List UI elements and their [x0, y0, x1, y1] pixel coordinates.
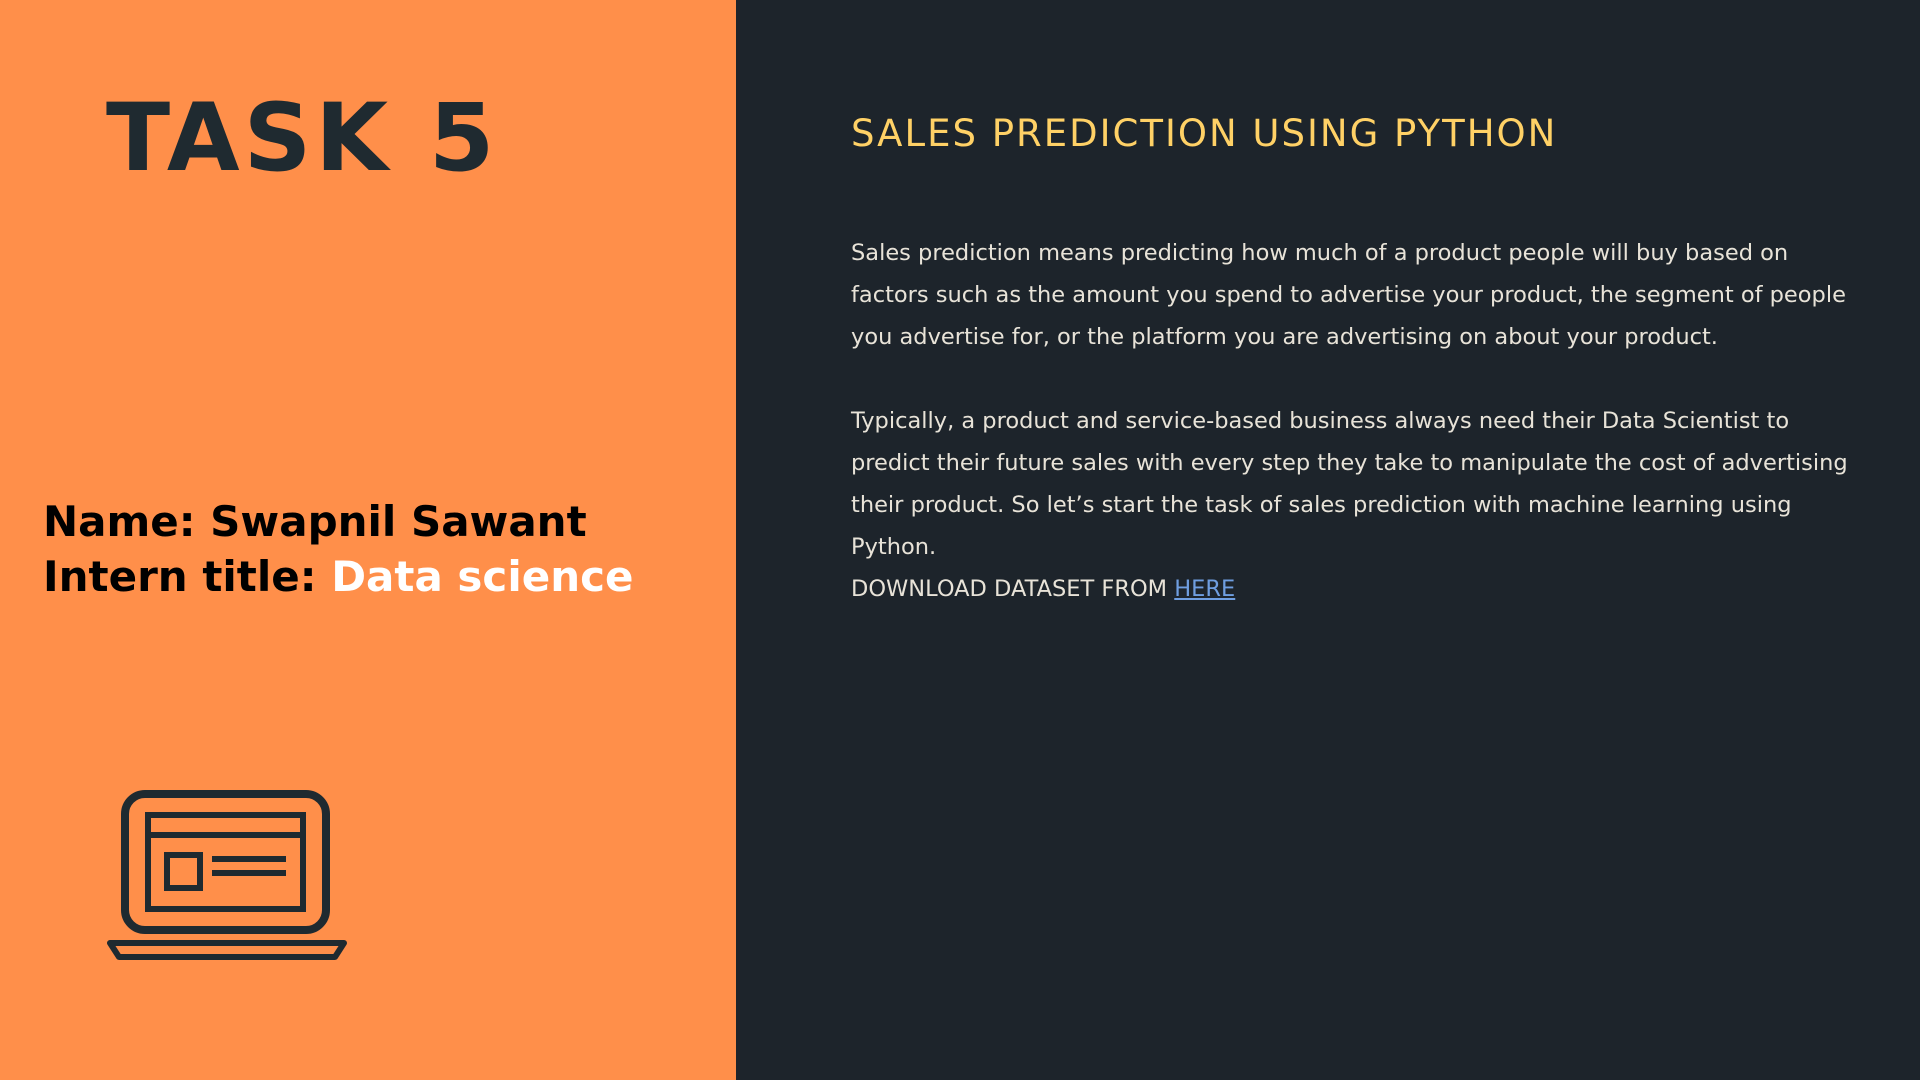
left-panel: TASK 5 Name: Swapnil Sawant Intern title… — [0, 0, 736, 1080]
name-line: Name: Swapnil Sawant — [43, 494, 634, 549]
description-paragraph: Sales prediction means predicting how mu… — [851, 240, 1846, 350]
name-label: Name: — [43, 497, 211, 546]
download-line: DOWNLOAD DATASET FROM HERE — [851, 568, 1235, 610]
slide: TASK 5 Name: Swapnil Sawant Intern title… — [0, 0, 1920, 1080]
laptop-icon — [107, 790, 347, 960]
intern-title-value: Data science — [331, 552, 634, 601]
name-value: Swapnil Sawant — [210, 497, 587, 546]
task-title: TASK 5 — [106, 84, 499, 193]
intern-title-line: Intern title: Data science — [43, 549, 634, 604]
page-heading: SALES PREDICTION USING PYTHON — [851, 112, 1558, 155]
download-here-link[interactable]: HERE — [1174, 576, 1235, 602]
download-prefix: DOWNLOAD DATASET FROM — [851, 576, 1175, 602]
intern-info: Name: Swapnil Sawant Intern title: Data … — [43, 494, 634, 604]
intern-title-label: Intern title: — [43, 552, 332, 601]
intro-paragraph: Typically, a product and service-based b… — [851, 408, 1848, 560]
